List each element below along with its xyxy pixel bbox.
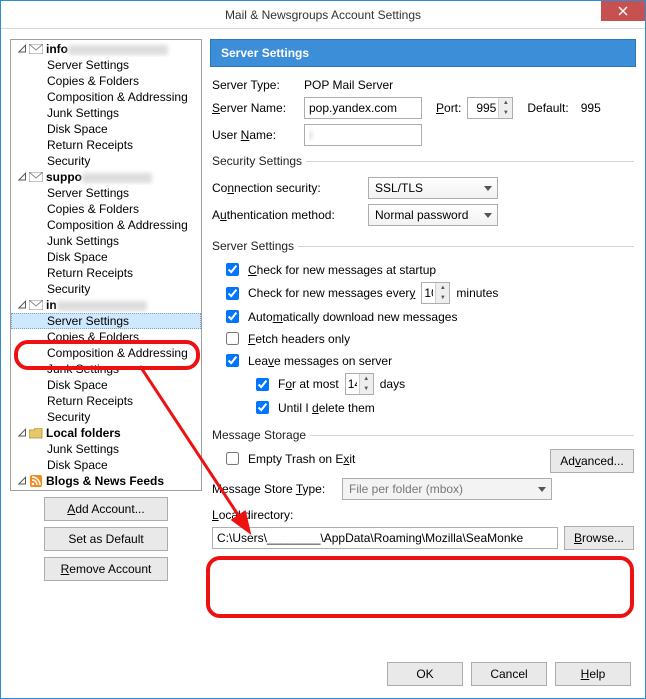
server-name-label: Server Name: — [212, 101, 298, 115]
advanced-button[interactable]: Advanced... — [550, 449, 634, 473]
help-button[interactable]: Help — [555, 662, 631, 686]
section-header: Server Settings — [210, 39, 636, 67]
connection-security-label: Connection security: — [212, 181, 362, 195]
titlebar: Mail & Newsgroups Account Settings — [1, 1, 645, 29]
tree-child-copies-folders[interactable]: Copies & Folders — [11, 73, 201, 89]
default-port-value: 995 — [581, 101, 601, 115]
auto-download-checkbox[interactable]: Automatically download new messages — [222, 307, 634, 326]
rss-icon — [29, 475, 43, 487]
tree-child-composition-addressing[interactable]: Composition & Addressing — [11, 89, 201, 105]
server-name-input[interactable] — [304, 97, 422, 119]
tree-child-junk-settings[interactable]: Junk Settings — [11, 361, 201, 377]
tree-child-composition-addressing[interactable]: Composition & Addressing — [11, 345, 201, 361]
username-input[interactable] — [304, 124, 422, 146]
check-every-spinner[interactable]: ▲▼ — [421, 282, 450, 304]
account-item[interactable]: ◿Local folders — [11, 425, 201, 441]
server-settings-fieldset: Server Settings Check for new messages a… — [212, 239, 634, 420]
set-default-button[interactable]: Set as Default — [44, 527, 168, 551]
account-tree[interactable]: ◿infoxServer SettingsCopies & FoldersCom… — [10, 39, 202, 491]
tree-child-return-receipts[interactable]: Return Receipts — [11, 393, 201, 409]
mail-icon — [29, 171, 43, 183]
fetch-headers-checkbox[interactable]: Fetch headers only — [222, 329, 634, 348]
tree-child-junk-settings[interactable]: Junk Settings — [11, 441, 201, 457]
tree-child-server-settings[interactable]: Server Settings — [11, 185, 201, 201]
for-at-most-spinner[interactable]: ▲▼ — [345, 373, 374, 395]
mail-icon — [29, 43, 43, 55]
username-label: User Name: — [212, 128, 298, 142]
tree-child-composition-addressing[interactable]: Composition & Addressing — [11, 217, 201, 233]
close-button[interactable] — [601, 1, 645, 21]
tree-child-disk-space[interactable]: Disk Space — [11, 121, 201, 137]
until-delete-checkbox[interactable]: Until I delete them — [252, 398, 634, 417]
tree-child-disk-space[interactable]: Disk Space — [11, 377, 201, 393]
server-type-label: Server Type: — [212, 78, 298, 92]
check-startup-checkbox[interactable]: Check for new messages at startup — [222, 260, 634, 279]
port-label: Port: — [436, 101, 461, 115]
for-at-most-checkbox[interactable]: For at most ▲▼ days — [252, 373, 634, 395]
tree-child-copies-folders[interactable]: Copies & Folders — [11, 329, 201, 345]
account-item[interactable]: ◿suppox — [11, 169, 201, 185]
default-port-label: Default: — [527, 101, 568, 115]
auth-method-label: Authentication method: — [212, 208, 362, 222]
auth-method-select[interactable]: Normal password — [368, 204, 498, 226]
cancel-button[interactable]: Cancel — [471, 662, 547, 686]
server-settings-legend: Server Settings — [212, 239, 298, 253]
browse-button[interactable]: Browse... — [564, 526, 634, 550]
connection-security-select[interactable]: SSL/TLS — [368, 177, 498, 199]
window-title: Mail & Newsgroups Account Settings — [1, 8, 645, 22]
account-item[interactable]: ◿infox — [11, 41, 201, 57]
tree-child-junk-settings[interactable]: Junk Settings — [11, 105, 201, 121]
account-item[interactable]: ◿Blogs & News Feeds — [11, 473, 201, 489]
tree-child-disk-space[interactable]: Disk Space — [11, 457, 201, 473]
tree-child-security[interactable]: Security — [11, 153, 201, 169]
add-account-button[interactable]: Add Account... — [44, 497, 168, 521]
security-legend: Security Settings — [212, 154, 306, 168]
leave-on-server-checkbox[interactable]: Leave messages on server — [222, 351, 634, 370]
store-type-select: File per folder (mbox) — [342, 478, 552, 500]
server-type-value: POP Mail Server — [304, 78, 393, 92]
security-fieldset: Security Settings Connection security: S… — [212, 154, 634, 231]
account-item[interactable]: ◿inx — [11, 297, 201, 313]
store-type-label: Message Store Type: — [212, 482, 336, 496]
folder-icon — [29, 427, 43, 439]
mail-icon — [29, 299, 43, 311]
check-every-checkbox[interactable]: Check for new messages every ▲▼ minutes — [222, 282, 634, 304]
tree-child-security[interactable]: Security — [11, 281, 201, 297]
local-directory-input[interactable] — [212, 527, 558, 549]
tree-child-return-receipts[interactable]: Return Receipts — [11, 265, 201, 281]
tree-child-copies-folders[interactable]: Copies & Folders — [11, 201, 201, 217]
tree-child-server-settings[interactable]: Server Settings — [11, 57, 201, 73]
tree-child-junk-settings[interactable]: Junk Settings — [11, 233, 201, 249]
port-spinner[interactable]: ▲▼ — [467, 97, 513, 119]
local-dir-label: Local directory: — [212, 508, 634, 522]
tree-child-security[interactable]: Security — [11, 409, 201, 425]
message-storage-fieldset: Message Storage Empty Trash on Exit Adva… — [212, 428, 634, 550]
dialog-footer: OK Cancel Help — [1, 650, 645, 698]
tree-child-server-settings[interactable]: Server Settings — [11, 313, 201, 329]
tree-child-disk-space[interactable]: Disk Space — [11, 249, 201, 265]
message-storage-legend: Message Storage — [212, 428, 310, 442]
remove-account-button[interactable]: Remove Account — [44, 557, 168, 581]
ok-button[interactable]: OK — [387, 662, 463, 686]
tree-child-return-receipts[interactable]: Return Receipts — [11, 137, 201, 153]
